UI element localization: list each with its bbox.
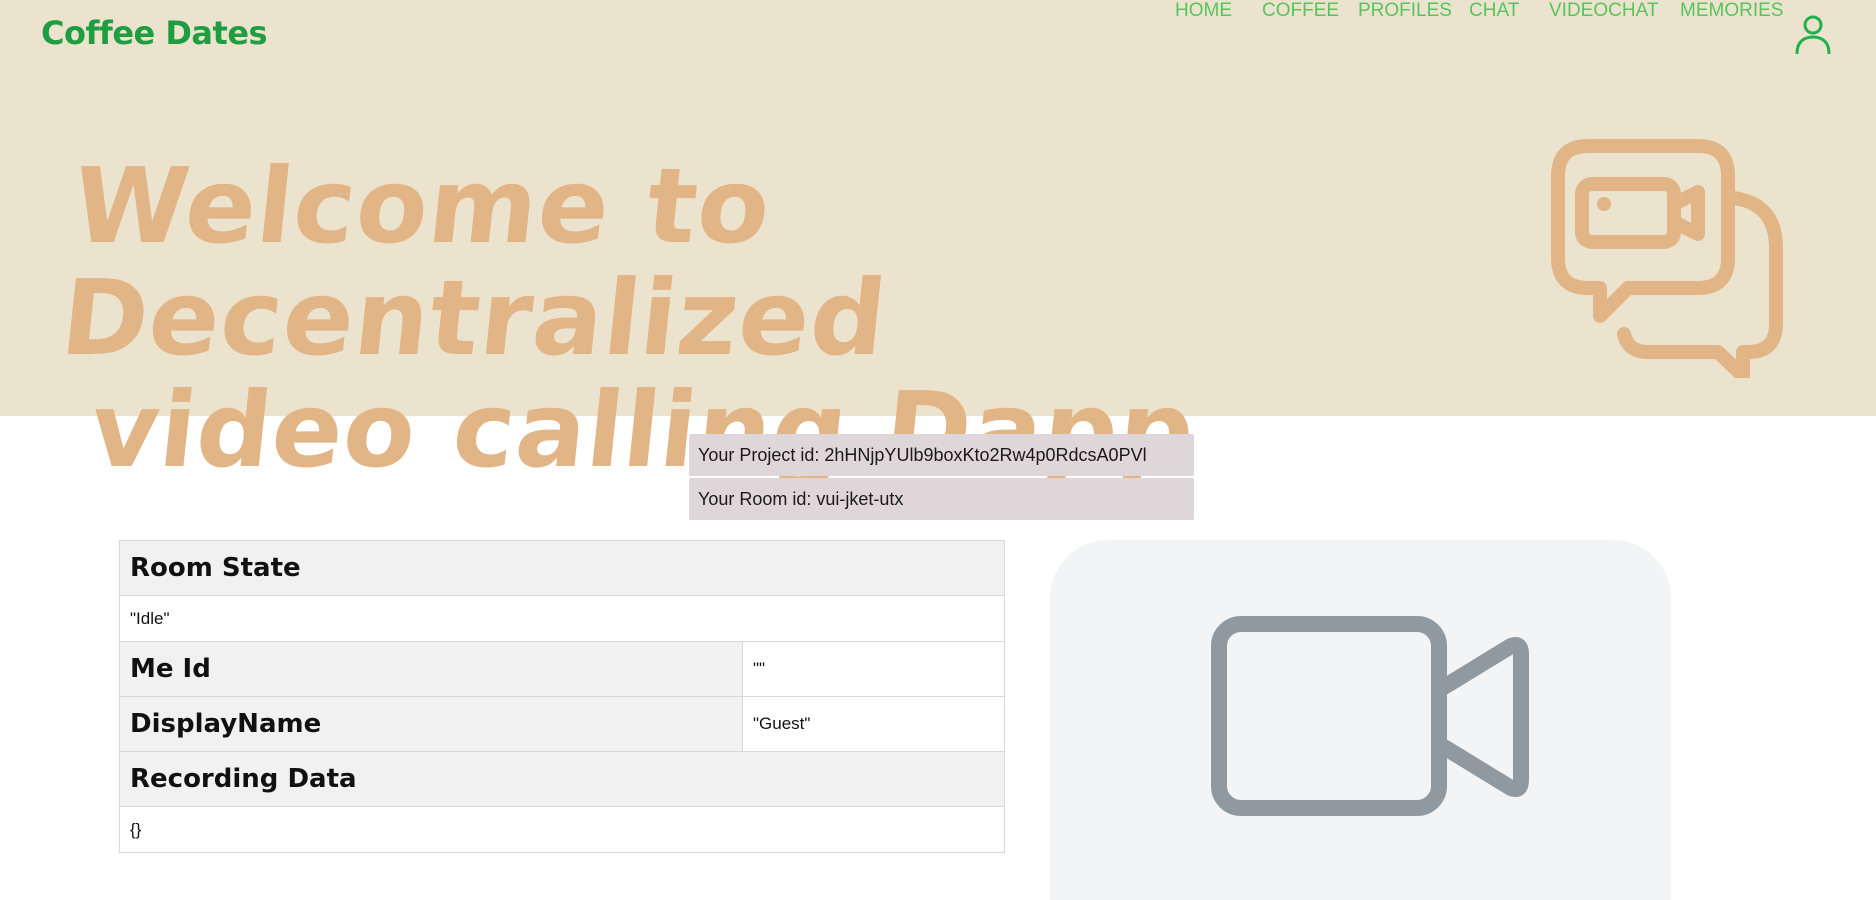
display-name-label: DisplayName bbox=[119, 696, 743, 752]
brand-logo[interactable]: Coffee Dates bbox=[41, 14, 268, 52]
project-id: Your Project id: 2hHNjpYUlb9boxKto2Rw4p0… bbox=[689, 434, 1194, 476]
hero-heading-line1: Welcome to Decentralized bbox=[55, 145, 893, 379]
hero-banner: Coffee Dates HOME COFFEE PROFILES CHAT V… bbox=[0, 0, 1876, 491]
recording-data-value: {} bbox=[119, 806, 1005, 853]
room-state-value: "Idle" bbox=[119, 595, 1005, 642]
video-chat-bubble-icon bbox=[1551, 139, 1783, 378]
video-preview[interactable] bbox=[1050, 540, 1671, 900]
room-state-label: Room State bbox=[119, 540, 1005, 596]
nav-coffee[interactable]: COFFEE bbox=[1262, 0, 1339, 22]
nav-home[interactable]: HOME bbox=[1175, 0, 1232, 22]
display-name-value: "Guest" bbox=[742, 696, 1005, 752]
video-camera-icon bbox=[1211, 616, 1529, 816]
nav-profiles[interactable]: PROFILES bbox=[1358, 0, 1452, 22]
user-icon[interactable] bbox=[1793, 14, 1833, 54]
me-id-label: Me Id bbox=[119, 641, 743, 697]
nav-chat[interactable]: CHAT bbox=[1469, 0, 1519, 22]
nav-videochat[interactable]: VIDEOCHAT bbox=[1549, 0, 1658, 22]
room-id: Your Room id: vui-jket-utx bbox=[689, 478, 1194, 520]
recording-data-label: Recording Data bbox=[119, 751, 1005, 807]
nav-memories[interactable]: MEMORIES bbox=[1680, 0, 1783, 22]
room-state-table: Room State "Idle" Me Id "" DisplayName "… bbox=[119, 540, 1005, 853]
me-id-value: "" bbox=[742, 641, 1005, 697]
